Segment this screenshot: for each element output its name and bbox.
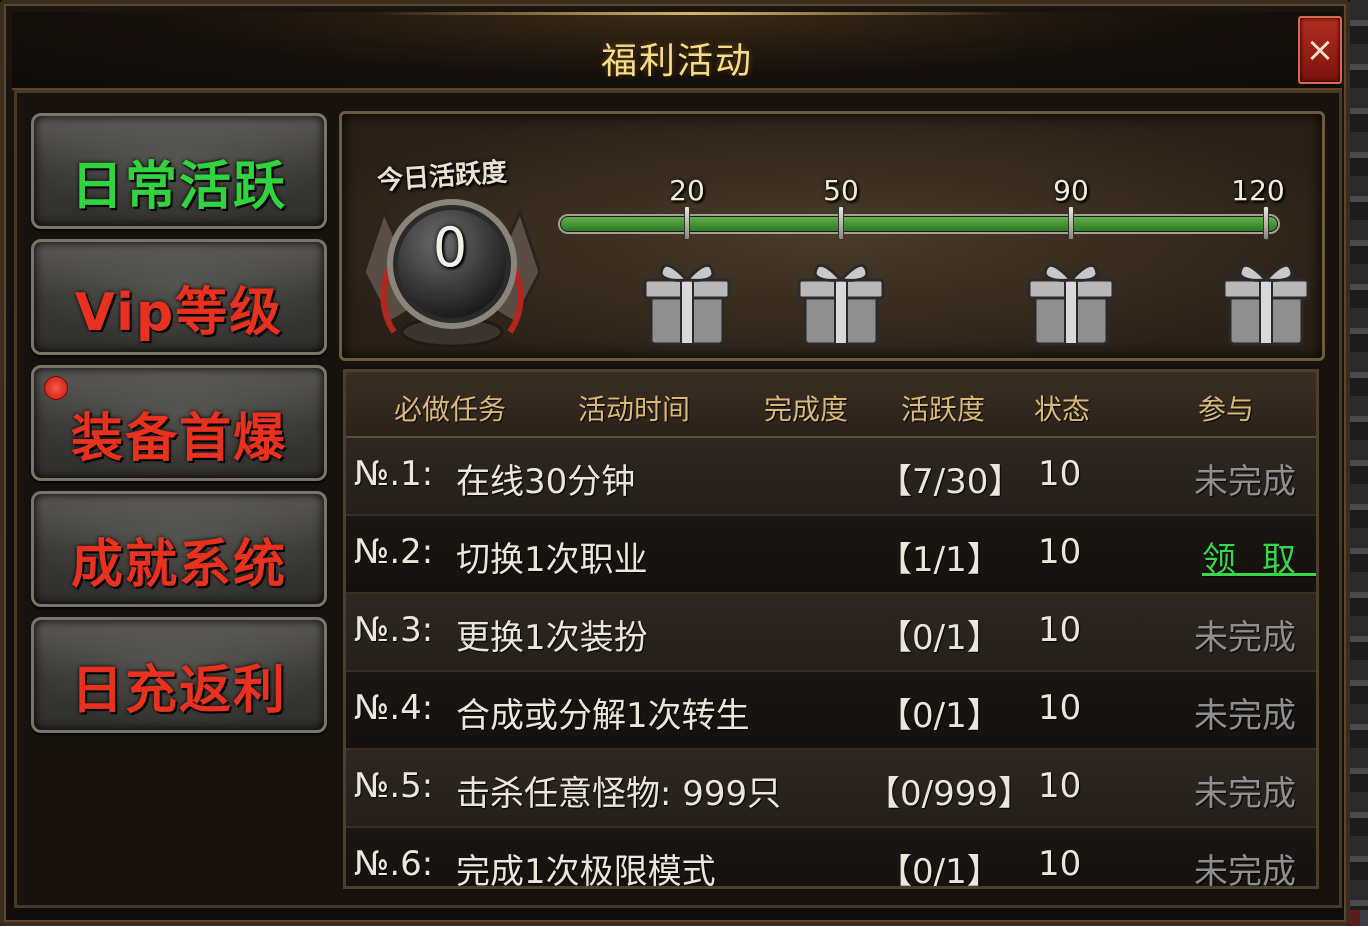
task-name: 完成1次极限模式	[456, 852, 716, 889]
milestone-marker-icon	[684, 206, 690, 240]
table-row: №.6: 完成1次极限模式 【0/1】 10 未完成	[346, 828, 1316, 889]
activity-progress-bar	[558, 214, 1280, 234]
sidebar-item-label: 日充返利	[70, 661, 287, 721]
table-row: №.2: 切换1次职业 【1/1】 10 领取	[346, 516, 1316, 594]
task-number: №.2:	[354, 532, 434, 572]
header-join: 参与	[1197, 393, 1255, 426]
task-progress: 【0/1】	[878, 852, 1001, 889]
sidebar-item-label: 日常活跃	[70, 157, 287, 217]
table-row: №.4: 合成或分解1次转生 【0/1】 10 未完成	[346, 672, 1316, 750]
task-activity-points: 10	[1038, 610, 1082, 650]
task-name: 更换1次装扮	[456, 618, 648, 658]
task-number: №.4:	[354, 688, 434, 728]
sidebar-item-daily-activity[interactable]: 日常活跃	[31, 113, 327, 229]
milestone-marker-icon	[838, 206, 844, 240]
task-progress: 【7/30】	[878, 462, 1023, 502]
task-status: 未完成	[1194, 696, 1296, 736]
task-activity-points: 10	[1038, 766, 1082, 806]
task-status: 未完成	[1194, 852, 1296, 889]
task-name: 击杀任意怪物: 999只	[456, 774, 782, 814]
activity-value: 0	[432, 216, 468, 279]
task-activity-points: 10	[1038, 844, 1082, 884]
milestone-marker-icon	[1068, 206, 1074, 240]
task-activity-points: 10	[1038, 532, 1082, 572]
gift-box-icon[interactable]	[795, 252, 887, 350]
sidebar: 日常活跃 Vip等级 装备首爆 成就系统 日充返利	[31, 113, 327, 893]
sidebar-item-achievements[interactable]: 成就系统	[31, 491, 327, 607]
table-row: №.5: 击杀任意怪物: 999只 【0/999】 10 未完成	[346, 750, 1316, 828]
milestone-label: 20	[669, 174, 705, 207]
task-progress: 【0/1】	[878, 696, 1001, 736]
task-table: 必做任务 活动时间 完成度 活跃度 状态 参与 №.1: 在线30分钟 【7/3…	[343, 369, 1319, 889]
window-title: 福利活动	[600, 41, 753, 82]
task-name: 切换1次职业	[456, 540, 648, 580]
sidebar-item-label: Vip等级	[74, 283, 284, 343]
gift-box-icon[interactable]	[641, 252, 733, 350]
sidebar-item-label: 装备首爆	[70, 409, 287, 469]
sidebar-item-vip-level[interactable]: Vip等级	[31, 239, 327, 355]
milestone-label: 50	[823, 174, 859, 207]
milestone-marker-icon	[1263, 206, 1269, 240]
task-number: №.1:	[354, 454, 434, 494]
gift-box-icon[interactable]	[1220, 252, 1312, 350]
milestone-label: 120	[1231, 174, 1285, 207]
welfare-window: 福利活动 × 日常活跃 Vip等级 装备首爆 成就系统 日充返利 今日活跃度 0…	[0, 0, 1350, 926]
milestone-label: 90	[1053, 174, 1089, 207]
task-progress: 【0/999】	[866, 774, 1032, 814]
task-progress: 【1/1】	[878, 540, 1001, 580]
task-number: №.6:	[354, 844, 434, 884]
task-status: 未完成	[1194, 618, 1296, 658]
sidebar-item-daily-recharge-rebate[interactable]: 日充返利	[31, 617, 327, 733]
task-progress: 【0/1】	[878, 618, 1001, 658]
activity-progress-fill	[561, 217, 1277, 231]
task-name: 合成或分解1次转生	[456, 696, 750, 736]
header-task: 必做任务	[393, 393, 507, 426]
table-row: №.3: 更换1次装扮 【0/1】 10 未完成	[346, 594, 1316, 672]
header-state: 状态	[1033, 393, 1091, 426]
task-number: №.3:	[354, 610, 434, 650]
claim-reward-link[interactable]: 领取	[1202, 532, 1316, 581]
task-table-header: 必做任务 活动时间 完成度 活跃度 状态 参与	[346, 372, 1316, 438]
task-name: 在线30分钟	[456, 462, 636, 502]
task-status: 未完成	[1194, 462, 1296, 502]
window-body: 日常活跃 Vip等级 装备首爆 成就系统 日充返利 今日活跃度 0 20 50 …	[14, 90, 1342, 908]
sidebar-item-equipment-first-drop[interactable]: 装备首爆	[31, 365, 327, 481]
header-progress: 完成度	[763, 393, 849, 426]
title-bar: 福利活动	[12, 12, 1342, 90]
task-status: 未完成	[1194, 774, 1296, 814]
background-scenery	[1350, 0, 1368, 926]
header-activity: 活跃度	[900, 393, 986, 426]
activity-progress-panel: 今日活跃度 0 20 50 90 120	[339, 111, 1325, 361]
table-row: №.1: 在线30分钟 【7/30】 10 未完成	[346, 438, 1316, 516]
task-number: №.5:	[354, 766, 434, 806]
header-time: 活动时间	[577, 393, 691, 426]
close-button[interactable]: ×	[1298, 16, 1342, 84]
task-activity-points: 10	[1038, 688, 1082, 728]
sidebar-item-label: 成就系统	[70, 535, 287, 595]
task-activity-points: 10	[1038, 454, 1082, 494]
gift-box-icon[interactable]	[1025, 252, 1117, 350]
